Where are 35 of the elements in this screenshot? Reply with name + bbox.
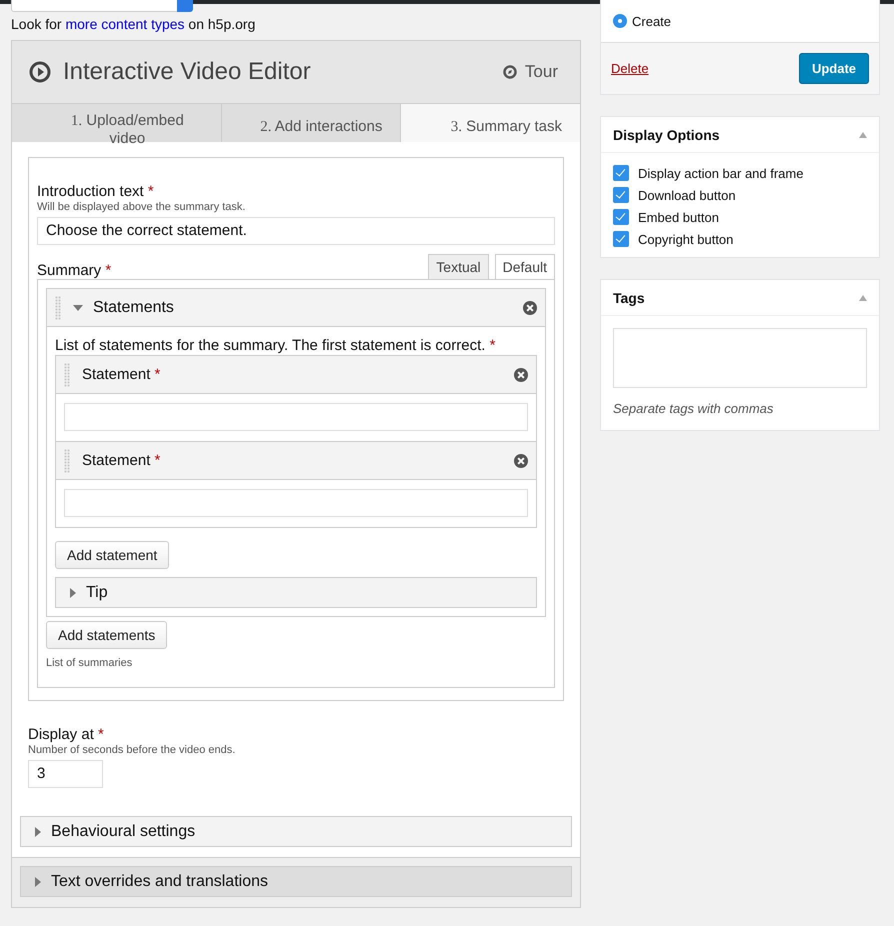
- field-label: Display at *: [28, 726, 105, 743]
- editor-tab[interactable]: 3. Summary task: [401, 104, 580, 142]
- editor-tab[interactable]: 2. Add interactions: [222, 104, 402, 142]
- input-field[interactable]: Choose the correct statement.: [37, 217, 555, 245]
- add-statements-button[interactable]: Add statements: [46, 621, 168, 649]
- statement-label: Statement *: [82, 452, 162, 469]
- checkbox-label: Display action bar and frame: [638, 166, 804, 180]
- tip-section[interactable]: Tip: [55, 577, 537, 608]
- field-description: Will be displayed above the summary task.: [37, 201, 246, 213]
- editor-tab[interactable]: 1. Upload/embed video: [12, 104, 222, 142]
- field-description: Number of seconds before the video ends.: [28, 744, 236, 756]
- delete-link[interactable]: Delete: [611, 61, 649, 76]
- number-field[interactable]: 3: [28, 760, 103, 788]
- content-types-link[interactable]: more content types: [65, 16, 185, 32]
- radio-label: Create: [632, 14, 672, 28]
- field-label: List of statements for the summary. The first statement is correct. *: [55, 337, 496, 354]
- update-button[interactable]: Update: [798, 53, 869, 84]
- panel-title: Tags: [613, 290, 645, 306]
- statement-label: Statement *: [82, 366, 162, 383]
- field-description: List of summaries: [46, 657, 134, 669]
- collapsible-section[interactable]: Text overrides and translations: [20, 866, 572, 897]
- panel-title: Display Options: [613, 126, 720, 142]
- tags-hint: Separate tags with commas: [613, 401, 774, 416]
- field-label: Summary *: [37, 262, 112, 279]
- checkbox-label: Copyright button: [638, 232, 734, 246]
- field-label: Introduction text *: [37, 183, 155, 200]
- checkbox-label: Download button: [638, 188, 736, 202]
- add-statement-button[interactable]: Add statement: [55, 541, 170, 569]
- mode-tab[interactable]: Textual: [428, 254, 489, 279]
- content-types-note: Look for more content types on h5p.org: [11, 16, 256, 32]
- checkbox-label: Embed button: [638, 210, 719, 224]
- collapsible-section[interactable]: Behavioural settings: [20, 816, 572, 847]
- editor-title: Interactive Video Editor: [63, 58, 312, 86]
- tour-button[interactable]: Tour: [496, 61, 564, 83]
- mode-tab[interactable]: Default: [494, 254, 555, 279]
